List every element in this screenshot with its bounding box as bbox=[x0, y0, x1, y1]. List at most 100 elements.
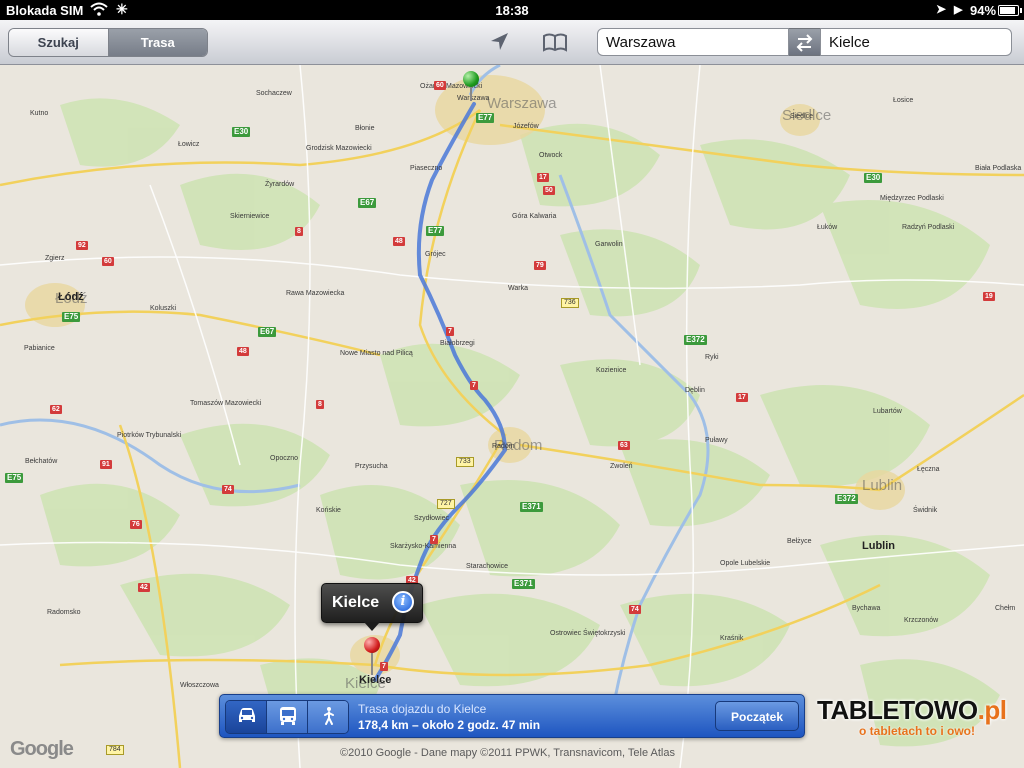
car-mode-button[interactable] bbox=[226, 701, 267, 733]
map-label-big: Warszawa bbox=[487, 95, 557, 112]
map-town-label: Grójec bbox=[425, 251, 446, 258]
map-town-label: Radom bbox=[492, 443, 515, 450]
map-town-label: Radzyń Podlaski bbox=[902, 224, 955, 231]
map-town-label: Kraśnik bbox=[720, 635, 744, 642]
segment-search[interactable]: Szukaj bbox=[9, 29, 109, 56]
map-view[interactable]: Warszawa Siedlce Radom Lublin Łódź Kielc… bbox=[0, 65, 1024, 768]
current-location-icon[interactable] bbox=[488, 31, 512, 53]
road-shield: 48 bbox=[393, 237, 405, 246]
road-shield: 63 bbox=[618, 441, 630, 450]
map-town-label: Łuków bbox=[817, 224, 838, 231]
map-town-label: Tomaszów Mazowiecki bbox=[190, 400, 262, 407]
road-shield: 736 bbox=[561, 298, 579, 308]
map-town-label: Garwolin bbox=[595, 241, 623, 248]
map-town-label: Świdnik bbox=[913, 507, 938, 514]
map-town-label: Krzczonów bbox=[904, 617, 939, 624]
map-town-label: Żyrardów bbox=[265, 181, 295, 188]
route-summary: 178,4 km – około 2 godz. 47 min bbox=[358, 718, 541, 732]
road-shield: 733 bbox=[456, 457, 474, 467]
callout-title: Kielce bbox=[332, 594, 380, 611]
map-town-label: Nowe Miasto nad Pilicą bbox=[340, 350, 413, 357]
road-shield: 60 bbox=[434, 81, 446, 90]
info-icon[interactable]: i bbox=[392, 591, 414, 613]
road-shield: E30 bbox=[864, 173, 883, 183]
map-town-label: Końskie bbox=[316, 507, 341, 514]
road-shield: 784 bbox=[106, 745, 124, 755]
end-pin-icon[interactable] bbox=[364, 637, 380, 653]
road-shield: E372 bbox=[684, 335, 707, 345]
swap-directions-button[interactable] bbox=[789, 28, 820, 56]
map-town-label: Siedlce bbox=[790, 113, 813, 120]
map-town-label: Łódź bbox=[58, 291, 84, 303]
map-town-label: Zwoleń bbox=[610, 463, 633, 470]
google-logo: Google bbox=[10, 738, 74, 760]
road-shield: 50 bbox=[543, 186, 555, 195]
map-town-label: Zgierz bbox=[45, 255, 65, 262]
road-shield: 17 bbox=[537, 173, 549, 182]
status-bar: Blokada SIM ✳ 18:38 ➤ ▶ 94% bbox=[0, 0, 1024, 20]
road-shield: 79 bbox=[534, 261, 546, 270]
end-location-field[interactable]: Kielce bbox=[820, 28, 1012, 56]
map-town-label: Grodzisk Mazowiecki bbox=[306, 145, 372, 152]
map-town-label: Lublin bbox=[862, 540, 895, 552]
map-town-label: Józefów bbox=[513, 123, 539, 130]
road-shield: 92 bbox=[76, 241, 88, 250]
bus-mode-button[interactable] bbox=[267, 701, 308, 733]
map-town-label: Góra Kalwaria bbox=[512, 213, 557, 220]
map-town-label: Łosice bbox=[893, 97, 914, 104]
transport-mode-selector[interactable] bbox=[225, 700, 349, 734]
map-town-label: Radomsko bbox=[47, 609, 81, 616]
map-town-label: Piotrków Trybunalski bbox=[117, 432, 182, 439]
watermark-logo: TABLETOWO.pl o tabletach to i owo! bbox=[817, 695, 1007, 738]
map-town-label: Międzyrzec Podlaski bbox=[880, 195, 944, 202]
road-shield: E75 bbox=[5, 473, 24, 483]
start-location-field[interactable]: Warszawa bbox=[597, 28, 789, 56]
road-shield: 7 bbox=[430, 535, 438, 544]
road-shield: 74 bbox=[629, 605, 641, 614]
map-town-label: Starachowice bbox=[466, 563, 509, 570]
map-town-label: Warka bbox=[508, 285, 528, 292]
map-town-label: Piaseczno bbox=[410, 165, 443, 172]
map-town-label: Opoczno bbox=[270, 455, 299, 462]
map-town-label: Koluszki bbox=[150, 305, 177, 312]
road-shield: E67 bbox=[358, 198, 377, 208]
map-label-big: Lublin bbox=[862, 477, 903, 494]
road-shield: 7 bbox=[446, 327, 454, 336]
walk-mode-button[interactable] bbox=[308, 701, 348, 733]
map-town-label: Łęczna bbox=[917, 466, 940, 473]
end-pin-stick bbox=[371, 651, 373, 675]
bookmarks-icon[interactable] bbox=[542, 31, 567, 53]
destination-callout[interactable]: Kielce i bbox=[321, 583, 423, 631]
maps-toolbar: Szukaj Trasa Warszawa Kielce bbox=[0, 20, 1024, 65]
battery-percent: 94% bbox=[970, 3, 997, 18]
watermark-tagline: o tabletach to i owo! bbox=[859, 724, 975, 738]
map-town-label: Bełchatów bbox=[25, 458, 58, 465]
road-shield: 91 bbox=[100, 460, 112, 469]
watermark-suffix: .pl bbox=[977, 695, 1007, 725]
map-town-label: Kozienice bbox=[596, 367, 627, 374]
search-route-segmented-control[interactable]: Szukaj Trasa bbox=[8, 28, 208, 57]
map-town-label: Warszawa bbox=[457, 95, 490, 102]
map-roads-layer bbox=[0, 65, 1024, 768]
play-icon: ▶ bbox=[954, 4, 963, 16]
map-town-label: Błonie bbox=[355, 125, 375, 132]
map-town-label: Ryki bbox=[705, 354, 719, 361]
map-town-label: Chełm bbox=[995, 605, 1016, 612]
car-icon bbox=[239, 708, 255, 722]
map-town-label: Szydłowiec bbox=[414, 515, 450, 522]
map-town-label: Ostrowiec Świętokrzyski bbox=[550, 630, 626, 637]
road-shield: E30 bbox=[232, 127, 251, 137]
start-button[interactable]: Początek bbox=[715, 701, 799, 731]
map-town-label: Kutno bbox=[30, 110, 49, 117]
route-title: Trasa dojazdu do Kielce bbox=[358, 702, 487, 716]
map-town-label: Skierniewice bbox=[230, 213, 270, 220]
map-town-label: Opole Lubelskie bbox=[720, 560, 771, 567]
segment-route[interactable]: Trasa bbox=[108, 29, 207, 56]
map-town-label: Dęblin bbox=[685, 387, 705, 394]
road-shield: 7 bbox=[470, 381, 478, 390]
map-copyright: ©2010 Google - Dane mapy ©2011 PPWK, Tra… bbox=[340, 747, 675, 759]
start-pin-icon[interactable] bbox=[463, 71, 479, 87]
road-shield: 60 bbox=[102, 257, 114, 266]
road-shield: 74 bbox=[222, 485, 234, 494]
location-services-icon: ➤ bbox=[936, 2, 947, 16]
